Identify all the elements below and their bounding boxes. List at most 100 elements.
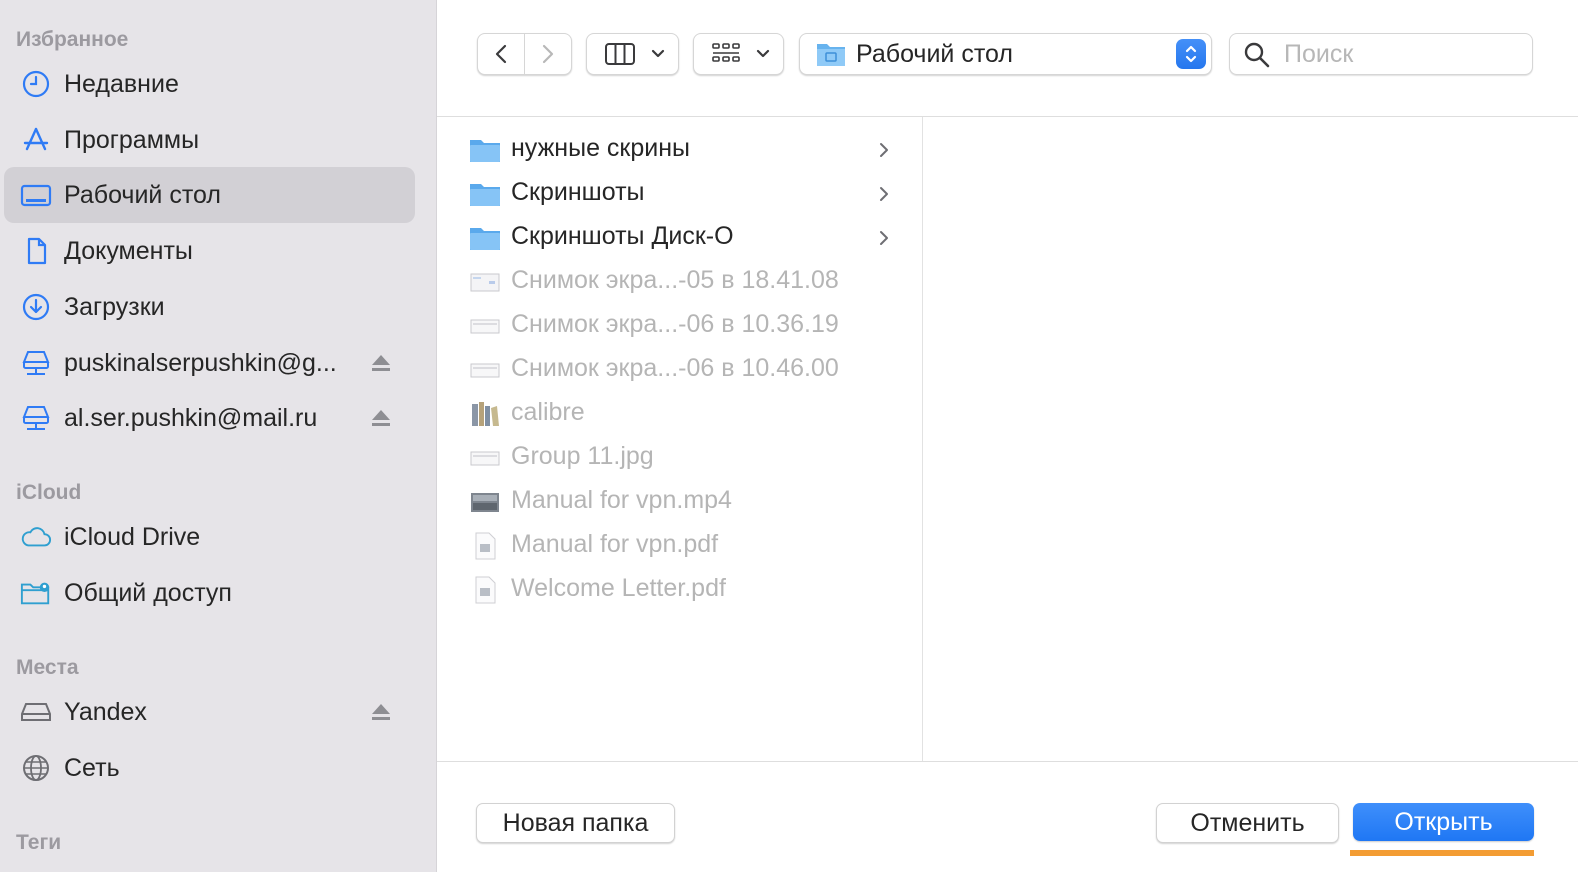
document-icon xyxy=(20,235,52,267)
grid-group-icon xyxy=(712,43,740,62)
sidebar-item-label: Программы xyxy=(64,125,200,154)
tags-section-title: Теги xyxy=(16,831,62,854)
toolbar: Рабочий стол Поиск xyxy=(437,0,1578,117)
chevron-down-icon xyxy=(651,49,665,58)
highlight-underline xyxy=(1350,850,1534,856)
eject-icon[interactable] xyxy=(370,701,392,723)
list-item: calibre xyxy=(437,392,922,436)
calibre-app-icon xyxy=(472,402,499,426)
shared-folder-icon xyxy=(20,577,52,609)
cancel-button[interactable]: Отменить xyxy=(1156,803,1339,843)
chevron-left-icon xyxy=(495,44,507,64)
cloud-icon xyxy=(20,521,52,553)
file-name: Welcome Letter.pdf xyxy=(511,574,726,602)
list-item: Group 11.jpg xyxy=(437,436,922,480)
pdf-file-icon xyxy=(475,532,496,560)
file-name: нужные скрины xyxy=(511,134,691,162)
sidebar-item-label: Yandex xyxy=(64,697,147,726)
chevron-down-icon xyxy=(756,49,770,58)
search-field[interactable]: Поиск xyxy=(1229,33,1533,75)
clock-icon xyxy=(20,68,52,100)
favorites-section-title: Избранное xyxy=(16,28,129,51)
sidebar-item-label: Недавние xyxy=(64,69,179,98)
columns-view-icon xyxy=(605,43,635,65)
pdf-file-icon xyxy=(475,576,496,604)
folder-icon xyxy=(470,184,500,206)
sidebar: Избранное Недавние Программы Рабочий сто… xyxy=(0,0,437,872)
sidebar-item-downloads[interactable]: Загрузки xyxy=(4,279,415,335)
list-item: Welcome Letter.pdf xyxy=(437,568,922,612)
folder-icon xyxy=(470,228,500,250)
file-name: Group 11.jpg xyxy=(511,442,654,470)
sidebar-item-label: Документы xyxy=(64,236,193,265)
location-popup[interactable]: Рабочий стол xyxy=(799,33,1212,75)
video-thumbnail-icon xyxy=(471,493,499,512)
open-button[interactable]: Открыть xyxy=(1353,803,1534,841)
apps-icon xyxy=(20,124,52,156)
sidebar-item-label: Рабочий стол xyxy=(64,180,221,209)
sidebar-item-label: al.ser.pushkin@mail.ru xyxy=(64,403,318,432)
new-folder-button[interactable]: Новая папка xyxy=(476,803,675,843)
chevron-right-icon xyxy=(880,231,888,245)
network-drive-icon xyxy=(20,347,52,379)
image-thumbnail-icon xyxy=(470,451,500,466)
sidebar-item-desktop[interactable]: Рабочий стол xyxy=(4,167,415,223)
sidebar-item-icloud-drive[interactable]: iCloud Drive xyxy=(4,509,415,565)
file-name: Manual for vpn.mp4 xyxy=(511,486,732,514)
preview-pane xyxy=(923,117,1578,761)
image-thumbnail-icon xyxy=(470,273,500,292)
download-icon xyxy=(20,291,52,323)
forward-button[interactable] xyxy=(525,34,571,74)
search-placeholder: Поиск xyxy=(1284,40,1354,68)
sidebar-item-shared[interactable]: Общий доступ xyxy=(4,565,415,621)
sidebar-item-network[interactable]: Сеть xyxy=(4,740,415,796)
folder-icon xyxy=(470,140,500,162)
dialog-footer: Новая папка Отменить Открыть xyxy=(437,761,1578,872)
file-name: Снимок экра...-06 в 10.36.19 xyxy=(511,310,839,338)
list-item: Manual for vpn.mp4 xyxy=(437,480,922,524)
list-item[interactable]: Скриншоты Диск-О xyxy=(437,216,922,260)
sidebar-item-label: Загрузки xyxy=(64,292,165,321)
icloud-section-title: iCloud xyxy=(16,481,82,504)
desktop-folder-icon xyxy=(817,44,845,66)
sidebar-item-gdrive-account[interactable]: puskinalserpushkin@g... xyxy=(4,335,415,391)
list-item[interactable]: нужные скрины xyxy=(437,128,922,172)
file-name: Скриншоты Диск-О xyxy=(511,222,734,250)
file-name: Скриншоты xyxy=(511,178,645,206)
back-button[interactable] xyxy=(478,34,525,74)
sidebar-item-yandex[interactable]: Yandex xyxy=(4,684,415,740)
sidebar-item-label: Общий доступ xyxy=(64,578,232,607)
sidebar-item-recents[interactable]: Недавние xyxy=(4,56,415,112)
list-item: Снимок экра...-06 в 10.36.19 xyxy=(437,304,922,348)
eject-icon[interactable] xyxy=(370,352,392,374)
sidebar-item-documents[interactable]: Документы xyxy=(4,223,415,279)
sidebar-item-label: Сеть xyxy=(64,753,120,782)
sidebar-item-applications[interactable]: Программы xyxy=(4,112,415,168)
file-name: Manual for vpn.pdf xyxy=(511,530,719,558)
chevron-right-icon xyxy=(542,44,554,64)
chevron-right-icon xyxy=(880,187,888,201)
sidebar-item-label: iCloud Drive xyxy=(64,522,201,551)
group-by-button[interactable] xyxy=(693,33,784,75)
list-item[interactable]: Скриншоты xyxy=(437,172,922,216)
view-mode-button[interactable] xyxy=(586,33,679,75)
eject-icon[interactable] xyxy=(370,407,392,429)
search-icon xyxy=(1244,42,1270,68)
chevron-right-icon xyxy=(880,143,888,157)
file-name: calibre xyxy=(511,398,585,426)
list-item: Снимок экра...-06 в 10.46.00 xyxy=(437,348,922,392)
sidebar-item-label: puskinalserpushkin@g... xyxy=(64,348,337,377)
location-label: Рабочий стол xyxy=(856,40,1013,68)
image-thumbnail-icon xyxy=(470,363,500,378)
file-name: Снимок экра...-05 в 18.41.08 xyxy=(511,266,839,294)
image-thumbnail-icon xyxy=(470,319,500,334)
updown-chevron-icon xyxy=(1176,39,1206,69)
disk-icon xyxy=(20,696,52,728)
file-list: нужные скрины Скриншоты Скриншоты Диск-О… xyxy=(437,117,923,761)
file-name: Снимок экра...-06 в 10.46.00 xyxy=(511,354,839,382)
sidebar-item-mail-account[interactable]: al.ser.pushkin@mail.ru xyxy=(4,390,415,446)
places-section-title: Места xyxy=(16,656,79,679)
list-item: Снимок экра...-05 в 18.41.08 xyxy=(437,260,922,304)
nav-buttons xyxy=(477,33,572,75)
list-item: Manual for vpn.pdf xyxy=(437,524,922,568)
